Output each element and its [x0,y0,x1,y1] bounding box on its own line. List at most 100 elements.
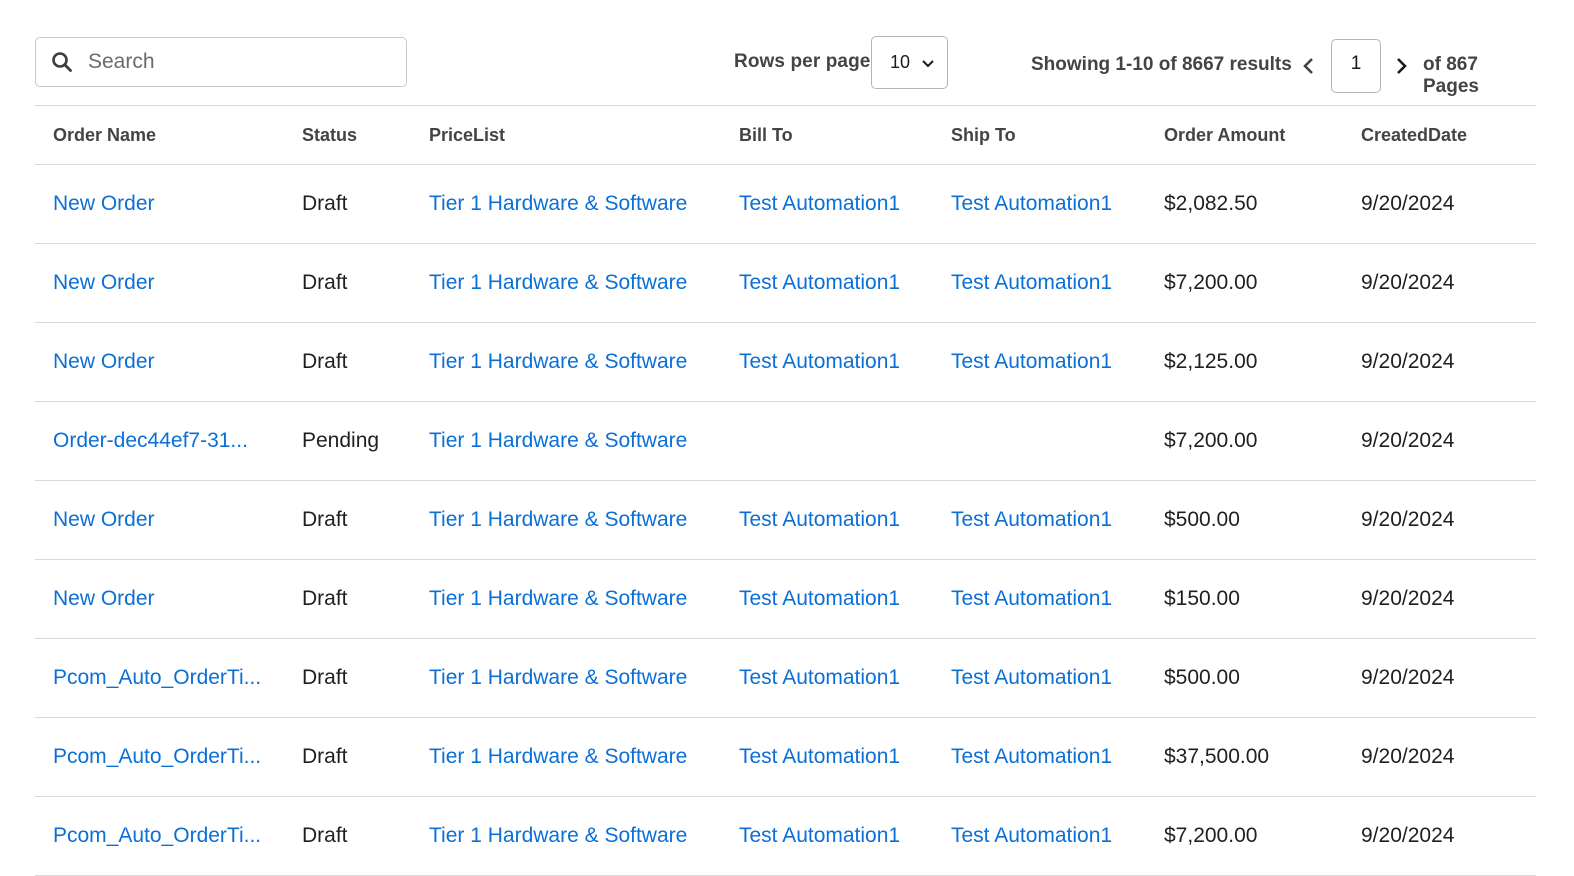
pricelist-link[interactable]: Tier 1 Hardware & Software [429,271,687,295]
created-date-text: 9/20/2024 [1361,192,1455,215]
table-cell: 9/20/2024 [1361,639,1531,717]
ship-to-link[interactable]: Test Automation1 [951,666,1112,690]
rows-per-page-select[interactable]: 10 [871,36,948,89]
bill-to-link[interactable]: Test Automation1 [739,271,900,295]
status-text: Draft [302,824,348,847]
table-cell: $37,500.00 [1164,718,1354,796]
table-cell: $7,200.00 [1164,244,1354,322]
pricelist-link[interactable]: Tier 1 Hardware & Software [429,429,687,453]
status-text: Draft [302,271,348,294]
table-cell [739,402,939,480]
table-cell: New Order [53,165,293,243]
bill-to-link[interactable]: Test Automation1 [739,192,900,216]
order-name-link[interactable]: New Order [53,192,155,216]
column-header-ship-to[interactable]: Ship To [951,106,1151,164]
pricelist-link[interactable]: Tier 1 Hardware & Software [429,824,687,848]
table-row: Order-dec44ef7-31... Pending Tier 1 Hardwa… [35,402,1536,481]
chevron-right-icon [1397,58,1407,74]
search-box[interactable] [35,37,407,87]
order-amount-text: $7,200.00 [1164,429,1258,452]
table-cell: Tier 1 Hardware & Software [429,402,729,480]
table-cell: Draft [302,639,422,717]
table-cell: Tier 1 Hardware & Software [429,718,729,796]
table-cell: Test Automation1 [739,323,939,401]
order-name-link[interactable]: New Order [53,350,155,374]
page-number-box[interactable] [1331,39,1381,93]
table-cell: Test Automation1 [739,481,939,559]
order-name-link[interactable]: Pcom_Auto_OrderTi... [53,666,261,690]
bill-to-link[interactable]: Test Automation1 [739,350,900,374]
results-summary: Showing 1-10 of 8667 results [1031,54,1292,75]
pricelist-link[interactable]: Tier 1 Hardware & Software [429,666,687,690]
table-cell: Tier 1 Hardware & Software [429,797,729,875]
table-cell: Test Automation1 [739,718,939,796]
ship-to-link[interactable]: Test Automation1 [951,192,1112,216]
table-toolbar: Rows per page 10 Showing 1-10 of 8667 re… [35,36,1536,97]
pricelist-link[interactable]: Tier 1 Hardware & Software [429,192,687,216]
pricelist-link[interactable]: Tier 1 Hardware & Software [429,587,687,611]
table-cell: Order-dec44ef7-31... [53,402,293,480]
column-header-order-name[interactable]: Order Name [53,106,293,164]
column-header-status[interactable]: Status [302,106,422,164]
order-name-link[interactable]: New Order [53,587,155,611]
order-name-link[interactable]: New Order [53,271,155,295]
order-amount-text: $150.00 [1164,587,1240,610]
chevron-left-icon [1303,58,1313,74]
order-name-link[interactable]: Pcom_Auto_OrderTi... [53,824,261,848]
ship-to-link[interactable]: Test Automation1 [951,350,1112,374]
table-cell: 9/20/2024 [1361,165,1531,243]
order-name-link[interactable]: Order-dec44ef7-31... [53,429,248,453]
table-body: New Order Draft Tier 1 Hardware & Software… [35,165,1536,876]
table-row: Pcom_Auto_OrderTi... Draft Tier 1 Hardware… [35,797,1536,876]
table-cell: 9/20/2024 [1361,402,1531,480]
rows-per-page-value: 10 [890,52,911,72]
table-cell: New Order [53,244,293,322]
table-cell: Test Automation1 [739,639,939,717]
table-cell: Pcom_Auto_OrderTi... [53,718,293,796]
table-header-row: Order Name Status PriceList Bill To Ship… [35,106,1536,165]
next-page-button[interactable] [1391,54,1411,78]
ship-to-link[interactable]: Test Automation1 [951,824,1112,848]
created-date-text: 9/20/2024 [1361,587,1455,610]
column-header-bill-to[interactable]: Bill To [739,106,939,164]
table-row: Pcom_Auto_OrderTi... Draft Tier 1 Hardware… [35,718,1536,797]
ship-to-link[interactable]: Test Automation1 [951,587,1112,611]
bill-to-link[interactable]: Test Automation1 [739,587,900,611]
table-cell: Draft [302,797,422,875]
table-row: New Order Draft Tier 1 Hardware & Software… [35,244,1536,323]
pricelist-link[interactable]: Tier 1 Hardware & Software [429,350,687,374]
total-pages-label: of 867 Pages [1423,54,1479,97]
bill-to-link[interactable]: Test Automation1 [739,508,900,532]
table-cell: Test Automation1 [951,718,1151,796]
order-amount-text: $500.00 [1164,508,1240,531]
bill-to-link[interactable]: Test Automation1 [739,824,900,848]
order-name-link[interactable]: Pcom_Auto_OrderTi... [53,745,261,769]
order-name-link[interactable]: New Order [53,508,155,532]
search-input[interactable] [88,50,388,74]
table-cell: Test Automation1 [951,639,1151,717]
bill-to-link[interactable]: Test Automation1 [739,745,900,769]
previous-page-button[interactable] [1299,54,1319,78]
ship-to-link[interactable]: Test Automation1 [951,508,1112,532]
table-cell: New Order [53,560,293,638]
ship-to-link[interactable]: Test Automation1 [951,745,1112,769]
created-date-text: 9/20/2024 [1361,824,1455,847]
table-cell: New Order [53,481,293,559]
column-header-created-date[interactable]: CreatedDate [1361,106,1531,164]
table-cell: 9/20/2024 [1361,797,1531,875]
table-row: New Order Draft Tier 1 Hardware & Software… [35,481,1536,560]
table-cell: 9/20/2024 [1361,323,1531,401]
table-cell: $2,082.50 [1164,165,1354,243]
ship-to-link[interactable]: Test Automation1 [951,271,1112,295]
bill-to-link[interactable]: Test Automation1 [739,666,900,690]
status-text: Draft [302,666,348,689]
table-cell: 9/20/2024 [1361,244,1531,322]
table-cell: Tier 1 Hardware & Software [429,639,729,717]
column-header-pricelist[interactable]: PriceList [429,106,729,164]
table-cell: New Order [53,323,293,401]
column-header-order-amount[interactable]: Order Amount [1164,106,1354,164]
pricelist-link[interactable]: Tier 1 Hardware & Software [429,508,687,532]
table-cell: $500.00 [1164,639,1354,717]
pricelist-link[interactable]: Tier 1 Hardware & Software [429,745,687,769]
page-number-input[interactable] [1336,53,1376,75]
